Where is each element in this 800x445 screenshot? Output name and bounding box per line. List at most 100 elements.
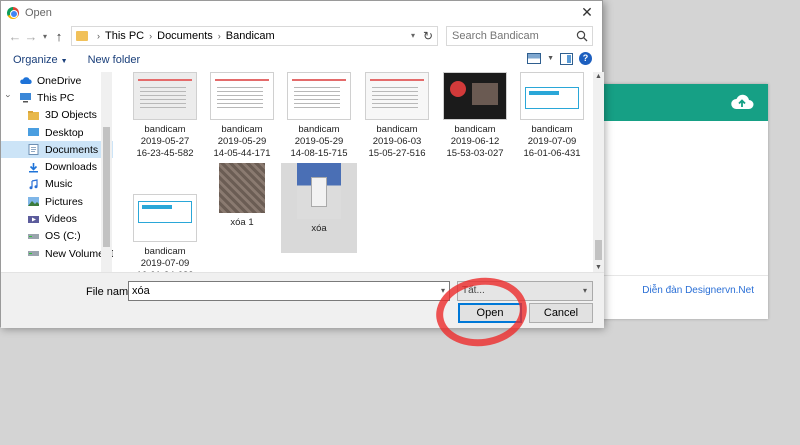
navigation-pane-scroll-thumb[interactable] bbox=[103, 127, 110, 247]
up-arrow-icon[interactable]: ↑ bbox=[51, 29, 67, 44]
file-name-field[interactable]: xóa ▾ bbox=[128, 281, 450, 301]
file-thumbnail bbox=[443, 72, 507, 120]
expand-chevron-icon[interactable]: › bbox=[4, 95, 14, 98]
nav-item-3d-objects[interactable]: 3D Objects bbox=[1, 107, 113, 124]
music-icon bbox=[29, 179, 38, 190]
file-list-scrollbar[interactable]: ▲ ▼ bbox=[593, 72, 604, 272]
preview-pane-icon[interactable] bbox=[560, 52, 573, 65]
breadcrumb-chevron-icon[interactable]: › bbox=[149, 31, 152, 41]
nav-item-label: Music bbox=[45, 178, 73, 191]
file-thumbnail bbox=[297, 163, 341, 219]
nav-item-downloads[interactable]: Downloads bbox=[1, 158, 113, 175]
downloads-icon bbox=[29, 162, 38, 173]
nav-item-os-c[interactable]: OS (C:) bbox=[1, 228, 113, 245]
file-thumbnail bbox=[520, 72, 584, 120]
help-icon[interactable]: ? bbox=[579, 52, 592, 65]
close-button[interactable]: ✕ bbox=[578, 4, 596, 20]
file-thumbnail bbox=[210, 72, 274, 120]
address-bar[interactable]: › This PC › Documents › Bandicam ▾ ↻ bbox=[71, 26, 438, 46]
view-controls: ▼ ? bbox=[527, 52, 592, 65]
3d-objects-icon bbox=[28, 110, 39, 120]
organize-button[interactable]: Organize ▼ bbox=[13, 54, 68, 66]
file-name: bandicam 2019-06-12 15-53-03-027 bbox=[446, 124, 504, 159]
file-item[interactable]: bandicam 2019-06-12 15-53-03-027 bbox=[437, 72, 513, 162]
scroll-up-arrow-icon[interactable]: ▲ bbox=[595, 73, 602, 80]
breadcrumb-chevron-icon[interactable]: › bbox=[97, 31, 100, 41]
nav-item-videos[interactable]: Videos bbox=[1, 210, 113, 227]
nav-item-documents[interactable]: Documents bbox=[1, 141, 113, 159]
nav-item-label: OneDrive bbox=[37, 74, 82, 87]
file-item[interactable]: bandicam 2019-07-09 16-01-24-683 bbox=[127, 194, 203, 272]
scroll-down-arrow-icon[interactable]: ▼ bbox=[595, 264, 602, 271]
search-icon bbox=[576, 30, 588, 42]
file-name-dropdown-icon[interactable]: ▾ bbox=[441, 282, 445, 300]
nav-item-onedrive[interactable]: OneDrive bbox=[1, 72, 113, 89]
file-item[interactable]: bandicam 2019-07-09 16-01-06-431 bbox=[514, 72, 590, 162]
nav-item-label: Videos bbox=[45, 213, 77, 226]
search-box[interactable] bbox=[446, 26, 593, 46]
chrome-icon bbox=[7, 6, 19, 19]
breadcrumb-chevron-icon[interactable]: › bbox=[218, 31, 221, 41]
file-name: bandicam 2019-06-03 15-05-27-516 bbox=[368, 124, 426, 159]
file-item[interactable]: bandicam 2019-05-29 14-05-44-171 bbox=[204, 72, 280, 162]
file-name: bandicam 2019-05-29 14-08-15-715 bbox=[290, 124, 348, 159]
navigation-pane-scrollbar[interactable] bbox=[101, 72, 112, 272]
back-arrow-icon[interactable]: ← bbox=[7, 29, 23, 44]
file-item[interactable]: bandicam 2019-06-03 15-05-27-516 bbox=[359, 72, 435, 162]
dialog-footer: File name: xóa ▾ Tất... ▾ Open Cancel bbox=[1, 272, 604, 328]
open-button[interactable]: Open bbox=[458, 303, 522, 323]
file-thumbnail bbox=[133, 194, 197, 242]
dialog-title: Open bbox=[25, 6, 52, 19]
cancel-button[interactable]: Cancel bbox=[529, 303, 593, 323]
breadcrumb-this-pc[interactable]: This PC bbox=[105, 30, 144, 42]
drive-icon bbox=[28, 233, 39, 239]
file-item[interactable]: bandicam 2019-05-29 14-08-15-715 bbox=[281, 72, 357, 162]
nav-list: OneDrive › This PC 3D Objects Desktop Documen… bbox=[1, 72, 113, 262]
file-thumbnail bbox=[133, 72, 197, 120]
cloud-upload-icon[interactable] bbox=[730, 92, 754, 112]
nav-item-new-volume-d[interactable]: New Volume (D: bbox=[1, 245, 113, 262]
file-type-dropdown-icon[interactable]: ▾ bbox=[583, 282, 587, 300]
search-input[interactable] bbox=[452, 30, 572, 42]
file-thumbnail bbox=[365, 72, 429, 120]
nav-item-label: Pictures bbox=[45, 195, 83, 208]
file-name: bandicam 2019-07-09 16-01-06-431 bbox=[523, 124, 581, 159]
file-name-value[interactable]: xóa bbox=[132, 285, 150, 297]
file-thumbnail bbox=[287, 72, 351, 120]
file-item[interactable]: xóa bbox=[281, 163, 357, 253]
file-type-value: Tất... bbox=[462, 285, 485, 296]
file-list-scroll-thumb[interactable] bbox=[595, 240, 602, 260]
forward-arrow-icon[interactable]: → bbox=[23, 29, 39, 44]
file-type-select[interactable]: Tất... ▾ bbox=[457, 281, 593, 301]
nav-item-desktop[interactable]: Desktop bbox=[1, 124, 113, 141]
forum-link[interactable]: Diễn đàn Designervn.Net bbox=[642, 285, 754, 296]
nav-item-label: Downloads bbox=[45, 161, 97, 174]
file-list: bandicam 2019-05-27 16-23-45-582 bandicam… bbox=[119, 72, 593, 272]
nav-item-this-pc[interactable]: › This PC bbox=[1, 89, 113, 106]
organize-label: Organize bbox=[13, 54, 58, 66]
file-item[interactable]: xóa 1 bbox=[204, 163, 280, 253]
address-dropdown-icon[interactable]: ▾ bbox=[411, 31, 415, 40]
chevron-down-icon: ▼ bbox=[60, 58, 68, 65]
breadcrumb-documents[interactable]: Documents bbox=[157, 30, 213, 42]
videos-icon bbox=[28, 215, 39, 223]
nav-item-pictures[interactable]: Pictures bbox=[1, 193, 113, 210]
file-name: xóa 1 bbox=[230, 217, 254, 228]
dialog-content: OneDrive › This PC 3D Objects Desktop Documen… bbox=[1, 72, 604, 272]
recent-locations-dropdown[interactable]: ▾ bbox=[39, 32, 51, 41]
navigation-pane: OneDrive › This PC 3D Objects Desktop Documen… bbox=[1, 72, 113, 272]
refresh-icon[interactable]: ↻ bbox=[423, 29, 433, 43]
dialog-titlebar: Open ✕ bbox=[1, 1, 602, 24]
onedrive-icon bbox=[20, 77, 32, 85]
new-folder-button[interactable]: New folder bbox=[88, 54, 141, 66]
nav-item-label: This PC bbox=[37, 91, 75, 104]
computer-icon bbox=[20, 93, 31, 103]
view-options-dropdown-icon[interactable]: ▼ bbox=[547, 55, 554, 62]
nav-item-label: OS (C:) bbox=[45, 230, 81, 243]
command-bar: Organize ▼ New folder ▼ ? bbox=[1, 48, 602, 72]
breadcrumb-bandicam[interactable]: Bandicam bbox=[226, 30, 275, 42]
nav-item-music[interactable]: Music bbox=[1, 176, 113, 193]
drive-icon bbox=[28, 251, 39, 257]
change-view-icon[interactable] bbox=[527, 53, 542, 64]
file-item[interactable]: bandicam 2019-05-27 16-23-45-582 bbox=[127, 72, 203, 162]
